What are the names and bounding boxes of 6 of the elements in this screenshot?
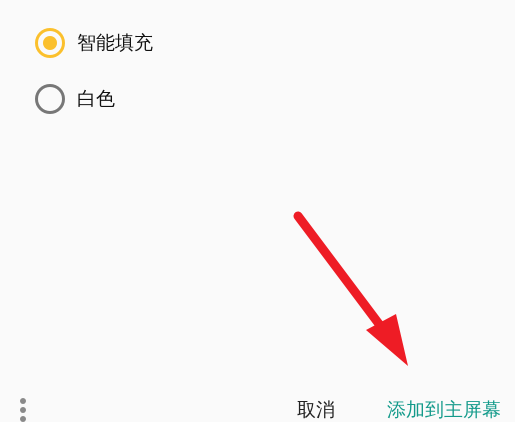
action-button[interactable]: 取消: [297, 396, 335, 422]
radio-button[interactable]: [35, 84, 65, 114]
option-label: 智能填充: [77, 30, 153, 56]
radio-button[interactable]: [35, 28, 65, 58]
option-label: 白色: [77, 86, 115, 112]
more-options-icon[interactable]: [18, 398, 28, 422]
